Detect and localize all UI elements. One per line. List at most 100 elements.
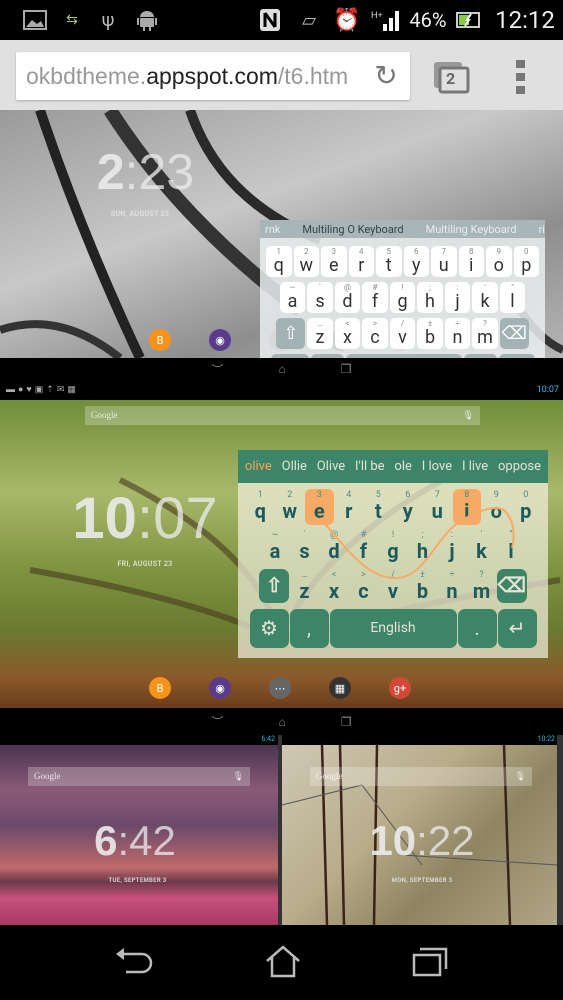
comma-key[interactable]: , — [289, 609, 329, 648]
key-u[interactable]: 7u — [431, 246, 457, 277]
key-n[interactable]: ÷ n — [444, 318, 471, 349]
google-search-bar[interactable]: Google 🎙 — [28, 767, 250, 786]
suggestion[interactable]: olive — [245, 459, 272, 474]
key-v[interactable]: / v — [379, 569, 408, 605]
app-drawer-icon[interactable]: ⋯ — [269, 677, 291, 699]
key-h[interactable]: ; h — [408, 529, 437, 565]
key-r[interactable]: 4r — [335, 489, 364, 525]
key-d[interactable]: @ d — [334, 282, 361, 313]
key-s[interactable]: ` s — [290, 529, 319, 565]
key-h[interactable]: ; h — [417, 282, 443, 313]
suggestion[interactable]: Olive — [317, 459, 345, 474]
key-a[interactable]: ~ a — [261, 529, 290, 565]
key-x[interactable]: < x — [320, 569, 349, 605]
key-g[interactable]: ! g — [379, 529, 408, 565]
url-bar[interactable]: okbdtheme. appspot.com/t6.htm ↻ — [16, 52, 410, 100]
home-button[interactable] — [264, 944, 302, 982]
key-hint: 1 — [276, 247, 282, 256]
settings-key[interactable]: ⚙ — [249, 609, 289, 648]
key-p[interactable]: 0p — [512, 489, 541, 525]
camera-icon[interactable]: ◉ — [209, 329, 231, 351]
key-b[interactable]: ± b — [417, 318, 443, 349]
key-x[interactable]: < x — [334, 318, 361, 349]
key-f[interactable]: # f — [349, 529, 378, 565]
backspace-key[interactable]: ⌫ — [496, 569, 527, 603]
bitcoin-icon[interactable]: B — [149, 677, 171, 699]
key-e[interactable]: 3e — [321, 246, 347, 277]
key-q[interactable]: 1q — [246, 489, 275, 525]
key-v[interactable]: / v — [389, 318, 416, 349]
shift-key[interactable]: ⇧ — [276, 318, 306, 349]
camera-icon[interactable]: ◉ — [209, 677, 231, 699]
key-l[interactable]: " l — [497, 529, 526, 565]
key-e[interactable]: 3e — [305, 489, 334, 525]
key-y[interactable]: 6y — [403, 246, 429, 277]
bitcoin-icon[interactable]: B — [149, 329, 171, 351]
key-n[interactable]: ÷ n — [438, 569, 467, 605]
key-q[interactable]: 1q — [266, 246, 292, 277]
key-label: x — [343, 327, 352, 348]
period-key[interactable]: . — [457, 609, 497, 648]
key-s[interactable]: ` s — [307, 282, 333, 313]
suggestion[interactable]: rio — [539, 223, 545, 236]
key-j[interactable]: :j — [438, 529, 467, 565]
key-c[interactable]: > c — [362, 318, 388, 349]
suggestion[interactable]: ole — [394, 459, 411, 474]
recents-icon: ❐ — [340, 362, 352, 376]
backspace-key[interactable]: ⌫ — [499, 318, 529, 349]
key-y[interactable]: 6y — [394, 489, 423, 525]
key-m[interactable]: ? m — [472, 318, 498, 349]
back-button[interactable] — [114, 946, 154, 980]
key-k[interactable]: ' k — [467, 529, 496, 565]
key-label: k — [480, 291, 490, 312]
key-w[interactable]: 2w — [293, 246, 319, 277]
key-p[interactable]: 0p — [513, 246, 539, 277]
suggestion[interactable]: I love — [422, 459, 452, 474]
google-search-bar[interactable]: Google 🎙 — [85, 406, 480, 425]
suggestion[interactable]: Multiling Keyboard — [426, 223, 517, 236]
key-m[interactable]: ? m — [467, 569, 496, 605]
key-label: n — [452, 327, 463, 348]
recents-button[interactable] — [412, 945, 450, 981]
key-c[interactable]: > c — [349, 569, 378, 605]
apps-grid-icon[interactable]: ▦ — [329, 677, 351, 699]
key-i[interactable]: 8i — [458, 246, 484, 277]
key-o[interactable]: 9o — [486, 246, 512, 277]
reload-icon[interactable]: ↻ — [370, 60, 402, 92]
key-d[interactable]: @ d — [320, 529, 349, 565]
space-key[interactable]: English — [329, 609, 457, 648]
key-f[interactable]: # f — [362, 282, 388, 313]
key-l[interactable]: " l — [499, 282, 526, 313]
suggestion[interactable]: Ollie — [282, 459, 307, 474]
key-r[interactable]: 4r — [348, 246, 374, 277]
key-k[interactable]: ' k — [472, 282, 498, 313]
key-w[interactable]: 2w — [276, 489, 305, 525]
suggestion[interactable]: rnk — [265, 223, 280, 236]
key-i[interactable]: 8i — [452, 489, 481, 525]
key-label: k — [476, 539, 487, 563]
overflow-menu-icon[interactable] — [516, 60, 526, 94]
key-b[interactable]: ± b — [408, 569, 437, 605]
dock: B ◉ ⋯ ▦ g+ — [149, 677, 411, 699]
key-t[interactable]: 5t — [364, 489, 393, 525]
key-label: m — [477, 327, 493, 348]
key-z[interactable]: … z — [307, 318, 333, 349]
tab-switcher-button[interactable]: 2 — [432, 60, 470, 94]
key-u[interactable]: 7u — [423, 489, 452, 525]
key-z[interactable]: … z — [290, 569, 319, 605]
google-search-bar[interactable]: Google 🎙 — [310, 767, 532, 786]
key-t[interactable]: 5t — [376, 246, 402, 277]
suggestion[interactable]: Multiling O Keyboard — [302, 223, 403, 236]
key-g[interactable]: ! g — [389, 282, 416, 313]
shift-key[interactable]: ⇧ — [259, 569, 290, 603]
suggestion[interactable]: I'll be — [355, 459, 385, 474]
suggestion[interactable]: I live — [462, 459, 488, 474]
google-plus-icon[interactable]: g+ — [389, 677, 411, 699]
mini-status-bar: 6:42 — [0, 735, 278, 745]
key-a[interactable]: ~ a — [279, 282, 306, 313]
key-j[interactable]: :j — [444, 282, 471, 313]
suggestion[interactable]: oppose — [498, 459, 541, 474]
key-hint: ? — [479, 570, 484, 580]
enter-key[interactable]: ↵ — [497, 609, 537, 648]
key-o[interactable]: 9o — [482, 489, 511, 525]
